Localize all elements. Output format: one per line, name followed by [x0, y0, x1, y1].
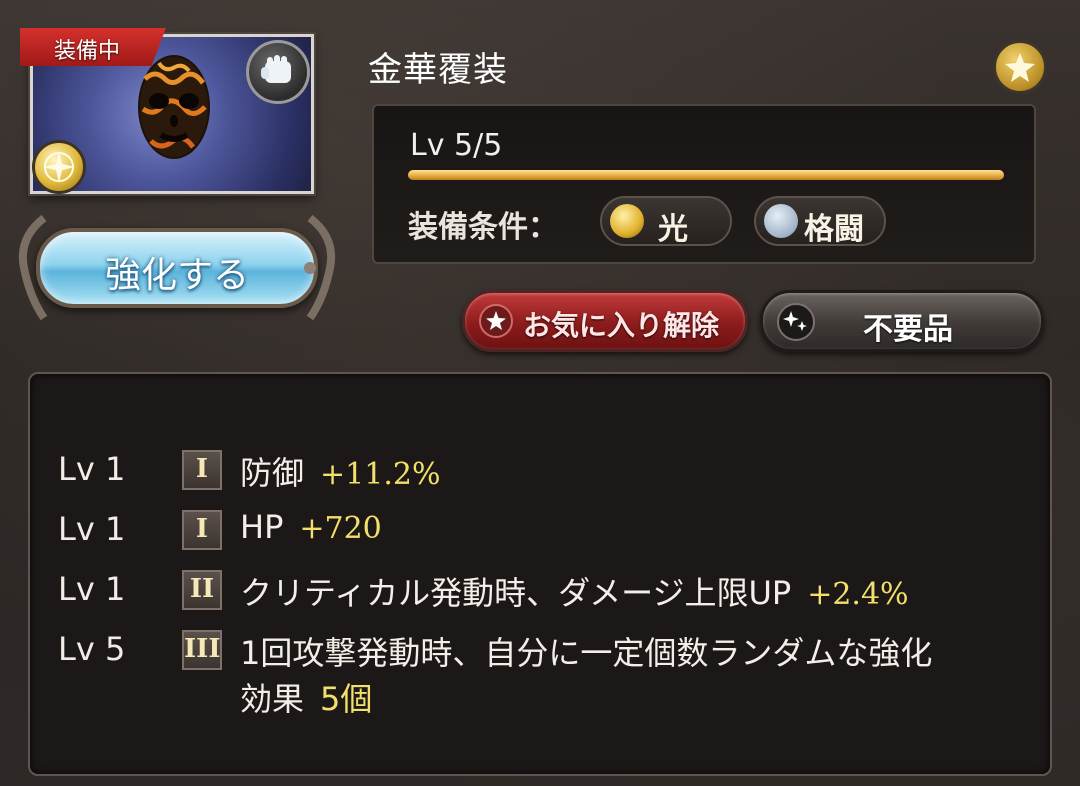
- skill-level: Lv 5: [58, 630, 126, 668]
- level-progress-fill: [408, 170, 1004, 180]
- skill-description: クリティカル発動時、ダメージ上限UP +2.4%: [240, 568, 909, 614]
- fist-icon: [764, 204, 798, 238]
- rank-numeral: III: [184, 634, 221, 664]
- skill-description: 防御 +11.2%: [240, 448, 440, 494]
- rank-numeral: I: [195, 514, 209, 544]
- skill-text: HP: [240, 508, 284, 546]
- enhance-button[interactable]: 強化する: [36, 228, 318, 308]
- skill-level: Lv 1: [58, 450, 126, 488]
- sparkle-icon: [777, 303, 815, 341]
- skills-panel: Lv 1 I 防御 +11.2% Lv 1 I HP +720 Lv 1 II クリ…: [28, 372, 1052, 776]
- rank-numeral: I: [195, 454, 209, 484]
- favorite-badge: [993, 40, 1047, 94]
- skill-description: HP +720: [240, 508, 382, 546]
- rank-badge: I: [182, 450, 222, 490]
- skill-level: Lv 1: [58, 510, 126, 548]
- condition-chip-fist: 格闘: [754, 196, 886, 247]
- skill-description: 1回攻撃発動時、自分に一定個数ランダムな強化: [240, 628, 932, 674]
- skill-value: +11.2%: [320, 457, 441, 492]
- rank-badge: II: [182, 570, 222, 610]
- unfavorite-label: お気に入り解除: [523, 309, 720, 342]
- enhance-button-frame: 強化する: [14, 214, 340, 322]
- condition-chip-light: 光: [600, 196, 732, 247]
- rank-numeral: II: [189, 574, 215, 604]
- weapon-type-badge: [246, 40, 310, 104]
- equipped-tag: 装備中: [20, 28, 166, 66]
- skill-text: 効果: [240, 680, 305, 718]
- star-icon: [479, 304, 513, 338]
- skill-text: 1回攻撃発動時、自分に一定個数ランダムな強化: [240, 634, 933, 672]
- light-element-badge: [32, 140, 86, 194]
- level-text: Lv 5/5: [410, 128, 503, 163]
- condition-chip-label: 光: [658, 212, 688, 247]
- mask-icon: [138, 55, 210, 159]
- junk-label: 不要品: [863, 312, 953, 347]
- enhance-button-label: 強化する: [104, 255, 249, 296]
- equipped-tag-label: 装備中: [54, 39, 121, 64]
- rank-badge: I: [182, 510, 222, 550]
- condition-chip-label: 格闘: [804, 212, 864, 247]
- skill-description-continued: 効果 5個: [240, 674, 372, 720]
- skill-value: 5個: [320, 680, 373, 718]
- level-panel: Lv 5/5 装備条件： 光 格闘: [372, 104, 1036, 264]
- junk-button[interactable]: 不要品: [760, 290, 1044, 352]
- fist-icon: [261, 55, 291, 83]
- light-element-icon: [43, 151, 75, 183]
- skill-value: +2.4%: [807, 577, 909, 612]
- right-ornament: [304, 214, 335, 321]
- equip-condition-label: 装備条件：: [408, 210, 558, 245]
- skill-value: +720: [299, 511, 382, 546]
- level-progress-bar: [408, 170, 1004, 180]
- unfavorite-button[interactable]: お気に入り解除: [462, 290, 748, 352]
- light-element-icon: [610, 204, 644, 238]
- skill-text: 防御: [240, 454, 305, 492]
- equipment-detail-screen: 装備中 強化する 金華覆装 Lv 5/5 装備条件： 光 格闘 お気に入り解除 …: [0, 0, 1080, 786]
- star-icon: [1005, 53, 1035, 82]
- skill-text: クリティカル発動時、ダメージ上限UP: [240, 574, 792, 612]
- rank-badge: III: [182, 630, 222, 670]
- skill-level: Lv 1: [58, 570, 126, 608]
- item-name: 金華覆装: [368, 50, 508, 90]
